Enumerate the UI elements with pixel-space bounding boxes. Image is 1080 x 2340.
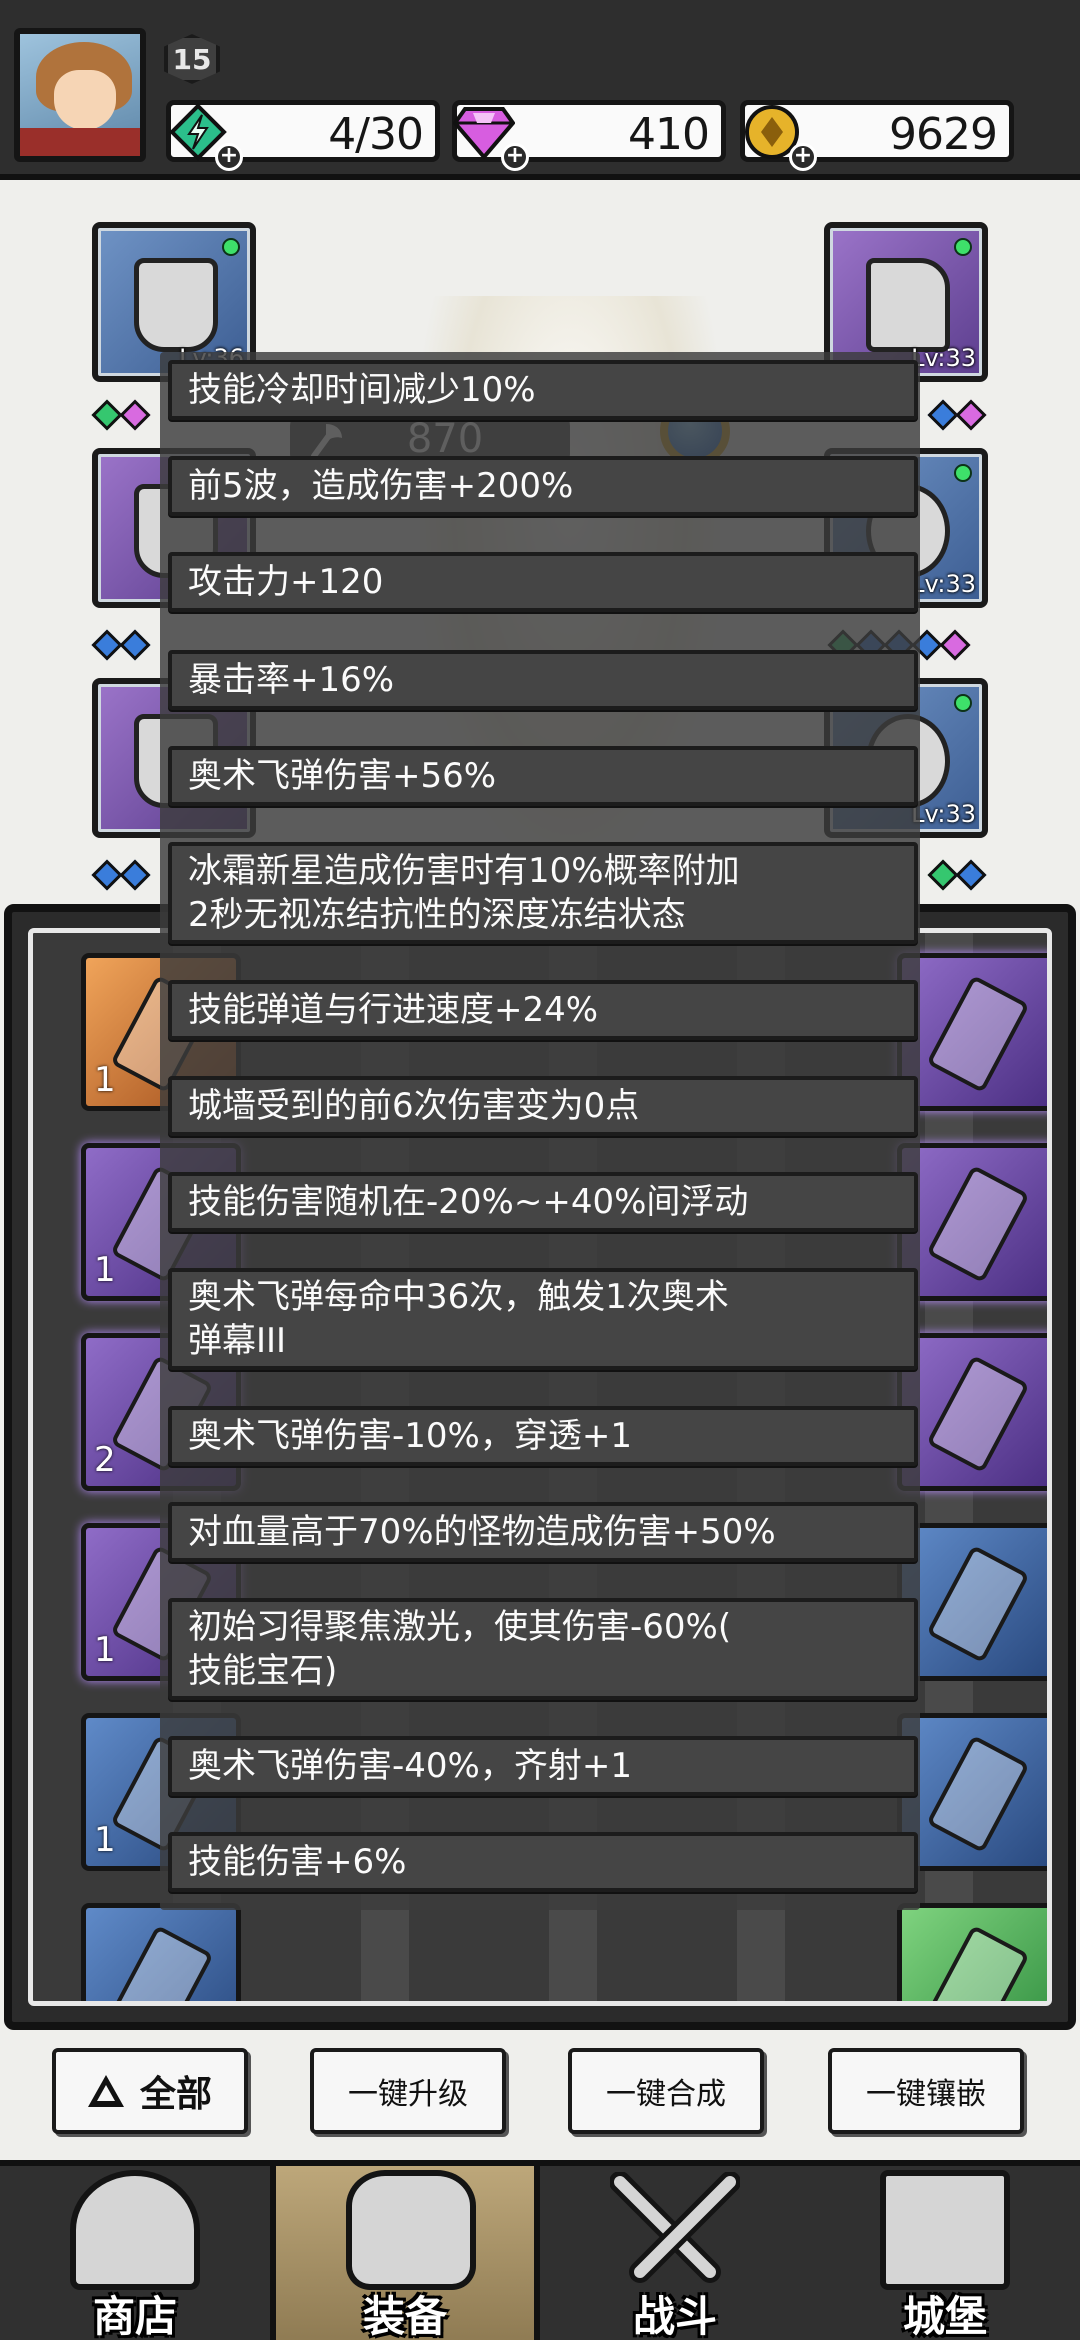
equip-level: Lv:33 — [911, 570, 976, 598]
slot-gem-sockets — [91, 859, 151, 891]
stat-line: 攻击力+120 — [168, 552, 918, 612]
inventory-gem-slot[interactable] — [897, 1903, 1047, 2001]
gold-counter[interactable]: + 9629 — [740, 100, 1014, 171]
player-avatar[interactable] — [14, 28, 146, 162]
stat-line: 奥术飞弹每命中36次，触发1次奥术 弹幕III — [168, 1268, 918, 1370]
equipment-stats-tooltip[interactable]: 技能冷却时间减少10% 前5波，造成伤害+200% 攻击力+120 暴击率+16… — [160, 352, 920, 1910]
nav-tab-castle[interactable]: 城堡 — [810, 2166, 1080, 2340]
crossed-swords-icon — [610, 2172, 740, 2283]
stat-line: 暴击率+16% — [168, 650, 918, 710]
crystal-icon — [926, 1164, 1030, 1284]
stat-line: 技能弹道与行进速度+24% — [168, 980, 918, 1040]
gem-count: 2 — [94, 1440, 116, 1480]
nav-tab-castle-label: 城堡 — [902, 2292, 987, 2340]
inventory-gem-slot[interactable] — [81, 1903, 241, 2001]
stat-line: 技能冷却时间减少10% — [168, 360, 918, 420]
nav-tab-shop[interactable]: 商店 — [0, 2166, 270, 2340]
crystal-icon — [110, 1924, 214, 2001]
energy-value: 4/30 — [328, 109, 424, 160]
add-gold-button[interactable]: + — [789, 143, 817, 171]
inventory-gem-slot[interactable] — [897, 1713, 1047, 1871]
filter-all-button[interactable]: 全部 — [52, 2048, 248, 2134]
bottom-navigation: 商店 装备 战斗 城堡 — [0, 2160, 1080, 2340]
stat-line: 前5波，造成伤害+200% — [168, 456, 918, 516]
shop-tent-icon — [70, 2170, 200, 2290]
stat-line: 技能伤害随机在-20%~+40%间浮动 — [168, 1172, 918, 1232]
stat-line: 初始习得聚焦激光，使其伤害-60%( 技能宝石) — [168, 1598, 918, 1700]
equip-level: Lv:33 — [911, 800, 976, 828]
crystal-icon — [926, 1924, 1030, 2001]
inventory-gem-slot[interactable] — [897, 1523, 1047, 1681]
gem-count: 1 — [94, 1630, 116, 1670]
gem-count: 1 — [94, 1250, 116, 1290]
inventory-gem-slot[interactable] — [897, 1143, 1047, 1301]
crystal-icon — [926, 974, 1030, 1094]
one-click-inlay-button[interactable]: 一键镶嵌 — [828, 2048, 1024, 2134]
stat-line: 奥术飞弹伤害-10%，穿透+1 — [168, 1406, 918, 1466]
gem-counter[interactable]: + 410 — [452, 100, 726, 171]
equip-level: Lv:33 — [911, 344, 976, 372]
energy-counter[interactable]: + 4/30 — [166, 100, 440, 171]
inventory-gem-slot[interactable] — [897, 953, 1047, 1111]
castle-tower-icon — [880, 2170, 1010, 2290]
nav-tab-shop-label: 商店 — [92, 2292, 177, 2340]
player-level-badge: 15 — [164, 34, 220, 84]
new-indicator-dot — [954, 464, 972, 482]
gem-count: 1 — [94, 1060, 116, 1100]
gem-value: 410 — [628, 109, 710, 160]
new-indicator-dot — [954, 694, 972, 712]
boots-icon — [866, 258, 950, 352]
crystal-icon — [926, 1544, 1030, 1664]
gold-value: 9629 — [889, 109, 998, 160]
add-gem-button[interactable]: + — [501, 143, 529, 171]
filter-all-label: 全部 — [139, 2074, 212, 2115]
one-click-upgrade-button[interactable]: 一键升级 — [310, 2048, 506, 2134]
nav-tab-battle-label: 战斗 — [632, 2292, 717, 2340]
add-energy-button[interactable]: + — [215, 143, 243, 171]
nav-tab-battle[interactable]: 战斗 — [540, 2166, 810, 2340]
new-indicator-dot — [222, 238, 240, 256]
stat-line: 城墙受到的前6次伤害变为0点 — [168, 1076, 918, 1136]
stat-line: 对血量高于70%的怪物造成伤害+50% — [168, 1502, 918, 1562]
top-bar: 15 + 4/30 + 410 + 9629 — [0, 0, 1080, 180]
new-indicator-dot — [954, 238, 972, 256]
slot-gem-sockets — [927, 399, 987, 431]
crystal-icon — [926, 1734, 1030, 1854]
stat-line: 奥术飞弹伤害+56% — [168, 746, 918, 806]
nav-tab-equipment[interactable]: 装备 — [270, 2166, 540, 2340]
slot-gem-sockets — [927, 859, 987, 891]
one-click-merge-button[interactable]: 一键合成 — [568, 2048, 764, 2134]
gem-count: 1 — [94, 1820, 116, 1860]
crystal-icon — [926, 1354, 1030, 1474]
helmet-icon — [134, 258, 218, 352]
stat-line: 技能伤害+6% — [168, 1832, 918, 1892]
stat-line: 冰霜新星造成伤害时有10%概率附加 2秒无视冻结抗性的深度冻结状态 — [168, 842, 918, 944]
inventory-gem-slot[interactable] — [897, 1333, 1047, 1491]
slot-gem-sockets — [91, 629, 151, 661]
stat-line: 奥术飞弹伤害-40%，齐射+1 — [168, 1736, 918, 1796]
filter-triangle-icon — [87, 2075, 124, 2107]
slot-gem-sockets — [91, 399, 151, 431]
backpack-icon — [346, 2170, 476, 2290]
nav-tab-equipment-label: 装备 — [362, 2292, 447, 2340]
